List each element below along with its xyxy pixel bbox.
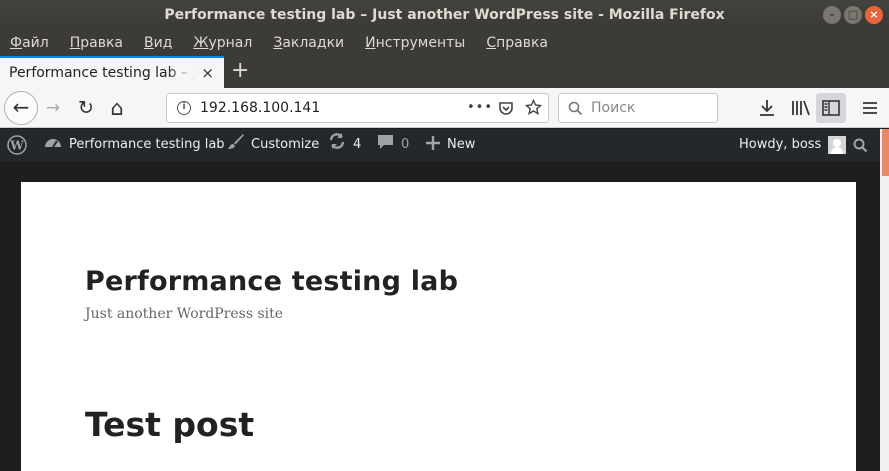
tab-close-icon[interactable]: × [201,58,214,88]
howdy-text: Howdy, boss [739,137,822,152]
adminbar-site-label: Performance testing lab [69,137,225,152]
tab-title: Performance testing lab – Just another W… [9,65,195,81]
avatar [828,136,847,154]
new-tab-button[interactable]: + [231,58,249,84]
page-scrollbar[interactable] [880,129,889,471]
tab-strip: Performance testing lab – Just another W… [0,56,889,88]
adminbar-customize[interactable]: Customize [227,129,319,161]
hamburger-menu-icon[interactable] [855,93,885,123]
menu-help[interactable]: Справка [486,35,548,51]
window-controls: – □ × [823,6,883,24]
menu-history[interactable]: Журнал [193,35,252,51]
dashboard-icon [44,129,62,161]
minimize-button[interactable]: – [823,6,841,24]
back-button[interactable]: ← [4,91,38,125]
menu-view[interactable]: Вид [144,35,172,51]
forward-button[interactable]: → [38,93,68,123]
bookmark-star-icon[interactable] [524,94,543,125]
plus-icon [426,129,440,161]
menu-bookmarks[interactable]: Закладки [273,35,344,51]
adminbar-customize-label: Customize [251,137,320,152]
download-icon[interactable] [752,93,782,123]
search-icon [568,94,583,125]
url-text[interactable]: 192.168.100.141 [200,94,320,122]
menu-tools[interactable]: Инструменты [365,35,465,51]
adminbar-new-label: New [447,137,476,152]
comments-count: 0 [401,137,410,152]
reload-button[interactable]: ↻ [71,93,101,123]
maximize-button[interactable]: □ [844,6,862,24]
adminbar-new[interactable]: New [426,129,475,161]
scrollbar-thumb[interactable] [882,129,889,176]
search-bar[interactable]: Поиск [558,93,718,123]
svg-text:W: W [9,139,24,153]
pocket-icon[interactable] [498,94,514,125]
wp-admin-bar: W Performance testing lab Customize 4 0 … [0,129,880,161]
home-button[interactable]: ⌂ [102,93,132,123]
comment-icon [377,129,394,161]
tab-active[interactable]: Performance testing lab – Just another W… [0,56,224,88]
post-title[interactable]: Test post [85,405,254,444]
wp-logo-icon[interactable]: W [7,129,27,161]
window-titlebar: Performance testing lab – Just another W… [0,0,889,30]
search-placeholder: Поиск [591,100,636,116]
adminbar-comments[interactable]: 0 [377,129,409,161]
site-title[interactable]: Performance testing lab [85,266,458,297]
adminbar-my-account[interactable]: Howdy, boss [739,129,847,161]
site-description: Just another WordPress site [85,306,284,322]
sidebar-icon[interactable] [816,93,846,123]
url-bar[interactable]: i 192.168.100.141 ••• [166,93,549,123]
updates-icon [328,129,346,161]
adminbar-updates[interactable]: 4 [328,129,361,161]
navigation-toolbar: ← → ↻ ⌂ i 192.168.100.141 ••• Поиск [0,88,889,128]
adminbar-site-name[interactable]: Performance testing lab [44,129,225,161]
close-window-button[interactable]: × [865,6,883,24]
updates-count: 4 [353,137,362,152]
page-actions-button[interactable]: ••• [467,94,493,122]
window-title: Performance testing lab – Just another W… [164,7,725,23]
brush-icon [227,129,244,161]
menu-file[interactable]: Файл [10,35,49,51]
adminbar-search-icon[interactable] [853,129,868,161]
menu-bar: Файл Правка Вид Журнал Закладки Инструме… [0,30,889,56]
info-icon[interactable]: i [177,101,191,115]
library-icon[interactable] [786,93,816,123]
menu-edit[interactable]: Правка [70,35,123,51]
